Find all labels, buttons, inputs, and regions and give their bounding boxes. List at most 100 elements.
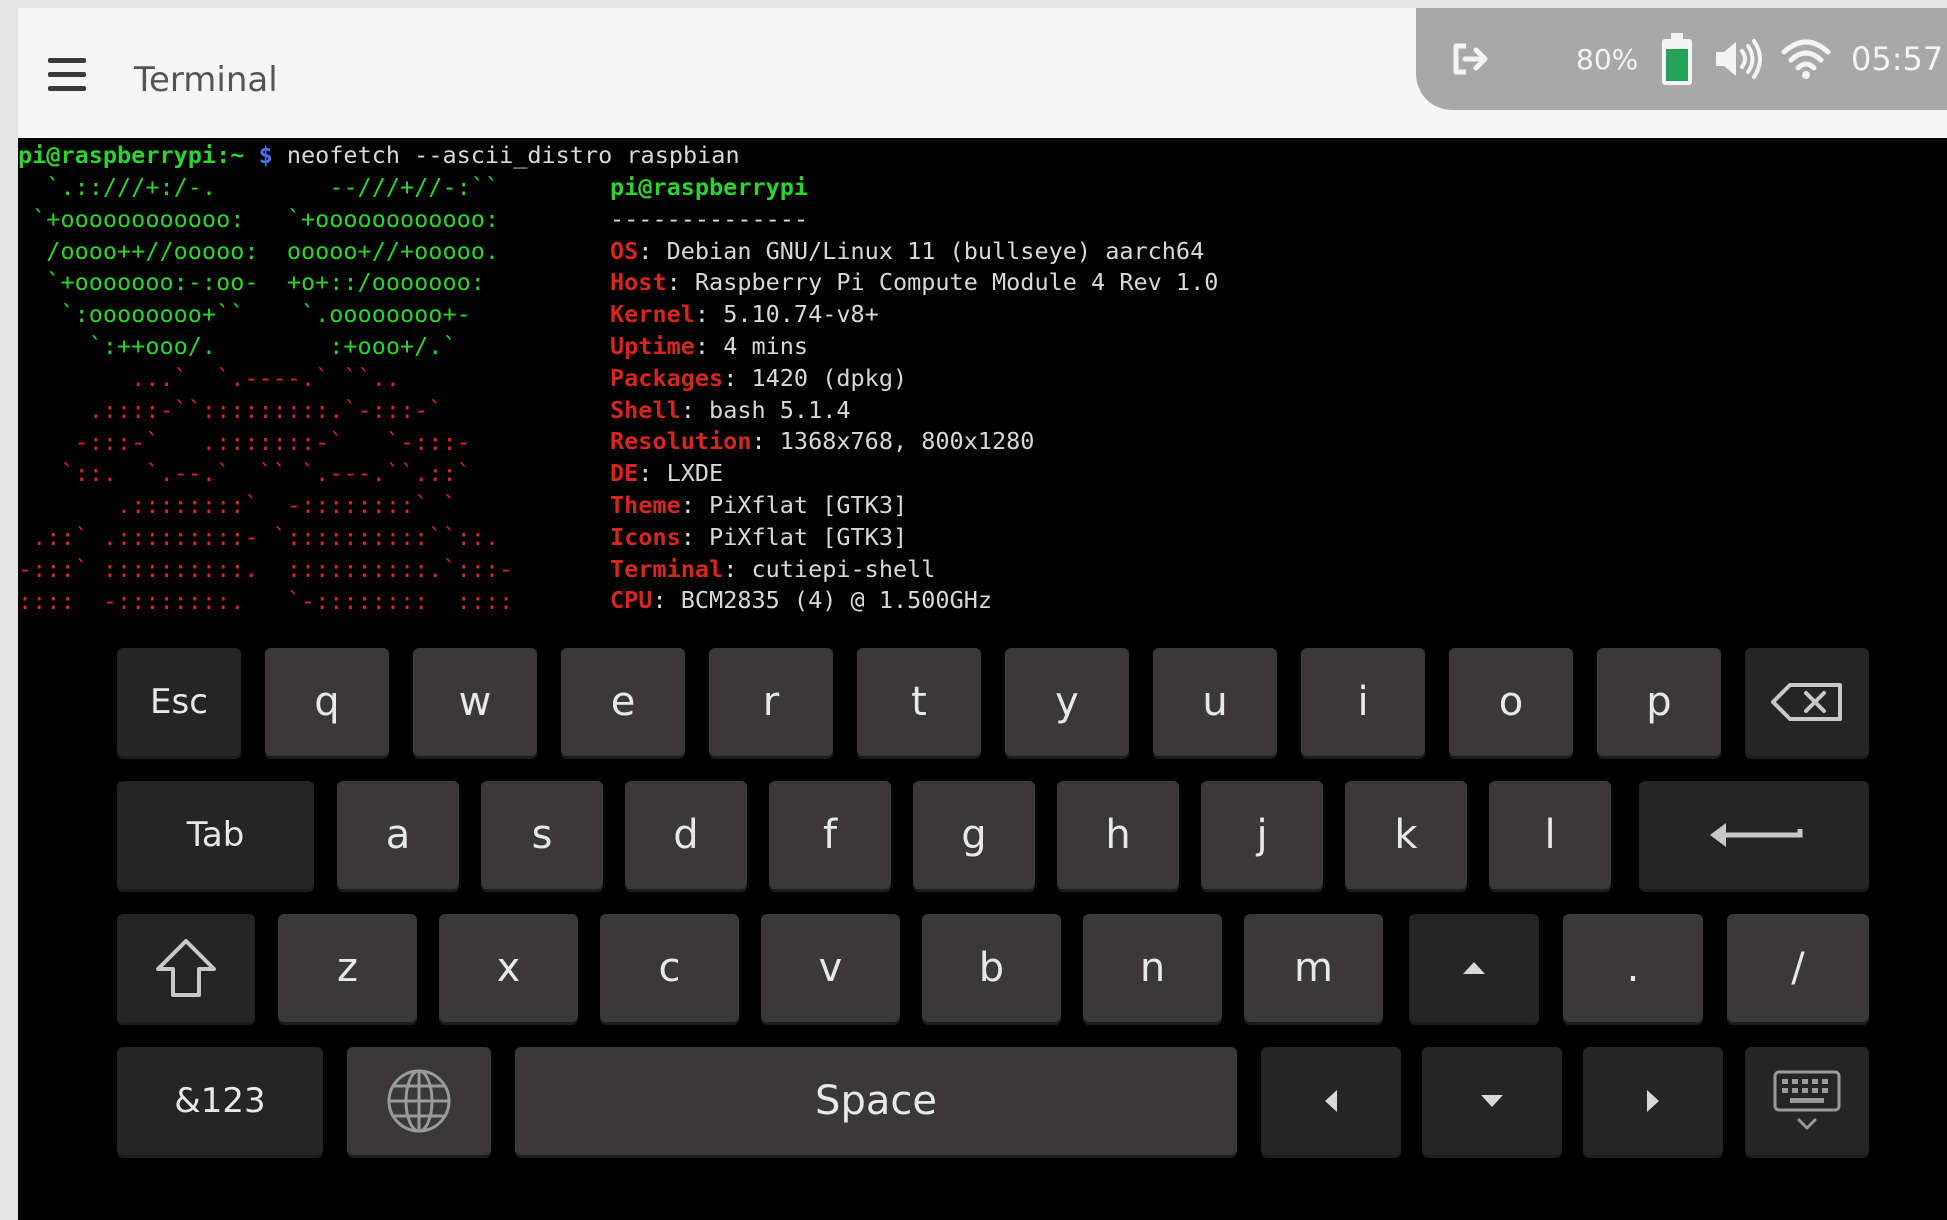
info-key: Terminal [610,554,724,583]
info-key: Uptime [610,331,695,360]
battery-percent: 80% [1576,42,1639,76]
info-key: DE [610,459,639,488]
key-tab[interactable]: Tab [117,781,314,889]
hide-keyboard-icon [1772,1068,1842,1134]
key-d[interactable]: d [625,781,747,889]
clock: 05:57 [1851,40,1944,78]
logout-icon[interactable] [1450,8,1492,110]
hamburger-menu-icon[interactable] [48,58,86,92]
key-a[interactable]: a [337,781,459,889]
key-backspace[interactable] [1745,648,1869,756]
info-line-packages: Packages: 1420 (dpkg) [610,363,908,392]
key-q[interactable]: q [265,648,389,756]
on-screen-keyboard: Esc q w e r t y u i o p Tab a s d f g h … [18,648,1947,1168]
info-key: CPU [610,586,653,615]
key-symbols[interactable]: &123 [117,1047,323,1155]
key-x[interactable]: x [439,914,578,1022]
info-value: 5.10.74-v8+ [723,300,879,329]
arrow-left-icon [1324,1089,1338,1113]
info-line-theme: Theme: PiXflat [GTK3] [610,490,908,519]
arrow-down-icon [1480,1094,1504,1108]
info-line-terminal: Terminal: cutiepi-shell [610,554,936,583]
key-left[interactable] [1261,1047,1401,1155]
key-l[interactable]: l [1489,781,1611,889]
info-line-host: Host: Raspberry Pi Compute Module 4 Rev … [610,268,1219,297]
status-panel: 80% 05:57 [1416,8,1947,110]
app-title: Terminal [134,60,278,100]
info-value: bash 5.1.4 [709,395,851,424]
key-f[interactable]: f [769,781,891,889]
key-h[interactable]: h [1057,781,1179,889]
globe-icon [385,1067,453,1135]
info-line-os: OS: Debian GNU/Linux 11 (bullseye) aarch… [610,236,1205,265]
key-shift[interactable] [117,914,255,1022]
key-down[interactable] [1422,1047,1562,1155]
key-j[interactable]: j [1201,781,1323,889]
info-key: OS [610,236,639,265]
info-line-icons: Icons: PiXflat [GTK3] [610,522,908,551]
key-slash[interactable]: / [1727,914,1869,1022]
info-key: Icons [610,522,681,551]
key-right[interactable] [1583,1047,1723,1155]
key-enter[interactable] [1639,781,1869,889]
key-z[interactable]: z [278,914,417,1022]
key-s[interactable]: s [481,781,603,889]
info-separator: -------------- [610,204,809,233]
key-hide-keyboard[interactable] [1745,1047,1869,1155]
key-p[interactable]: p [1597,648,1721,756]
info-key: Kernel [610,300,695,329]
key-up[interactable] [1409,914,1539,1022]
wifi-icon[interactable] [1781,8,1831,110]
info-header: pi@raspberrypi [610,173,809,201]
info-line-cpu: CPU: BCM2835 (4) @ 1.500GHz [610,586,993,615]
key-e[interactable]: e [561,648,685,756]
key-language[interactable] [347,1047,491,1155]
key-b[interactable]: b [922,914,1061,1022]
info-value: LXDE [666,459,724,488]
key-u[interactable]: u [1153,648,1277,756]
info-value: 4 mins [723,331,809,360]
key-i[interactable]: i [1301,648,1425,756]
info-key: Theme [610,490,681,519]
info-key: Packages [610,363,724,392]
screen: Terminal 80% 05:57 pi@raspberrypi:~ $ ne… [18,8,1947,1220]
info-value: 1368x768, 800x1280 [779,427,1035,456]
info-key: Shell [610,395,681,424]
backspace-icon [1770,682,1844,722]
info-value: BCM2835 (4) @ 1.500GHz [680,586,993,615]
info-value: cutiepi-shell [751,554,936,583]
key-r[interactable]: r [709,648,833,756]
key-v[interactable]: v [761,914,900,1022]
info-value: Raspberry Pi Compute Module 4 Rev 1.0 [694,268,1219,297]
key-y[interactable]: y [1005,648,1129,756]
info-value: 1420 (dpkg) [751,363,908,392]
info-value: PiXflat [GTK3] [709,490,908,519]
volume-icon[interactable] [1712,8,1764,110]
system-info: pi@raspberrypi -------------- OS: Debian… [610,172,1218,617]
ascii-logo-berry: ...` `.----.` ``.. .::::-``:::::::::.`-:… [18,364,514,615]
key-w[interactable]: w [413,648,537,756]
key-g[interactable]: g [913,781,1035,889]
key-k[interactable]: k [1345,781,1467,889]
ascii-logo: `.::///+:/-. --///+//-:`` `+oooooooooooo… [18,140,618,640]
key-c[interactable]: c [600,914,739,1022]
shift-icon [154,937,218,999]
ascii-logo-leaves: `.::///+:/-. --///+//-:`` `+oooooooooooo… [32,173,500,360]
key-m[interactable]: m [1244,914,1383,1022]
key-space[interactable]: Space [515,1047,1237,1155]
arrow-right-icon [1646,1089,1660,1113]
enter-arrow-icon [1704,815,1804,855]
info-line-de: DE: LXDE [610,459,724,488]
key-o[interactable]: o [1449,648,1573,756]
info-key: Resolution [610,427,752,456]
terminal-output[interactable]: pi@raspberrypi:~ $ neofetch --ascii_dist… [18,140,1947,640]
key-n[interactable]: n [1083,914,1222,1022]
info-line-kernel: Kernel: 5.10.74-v8+ [610,300,879,329]
battery-icon [1659,8,1695,110]
info-line-uptime: Uptime: 4 mins [610,331,809,360]
key-period[interactable]: . [1563,914,1703,1022]
info-line-shell: Shell: bash 5.1.4 [610,395,851,424]
key-t[interactable]: t [857,648,981,756]
key-esc[interactable]: Esc [117,648,241,756]
arrow-up-icon [1462,961,1486,975]
